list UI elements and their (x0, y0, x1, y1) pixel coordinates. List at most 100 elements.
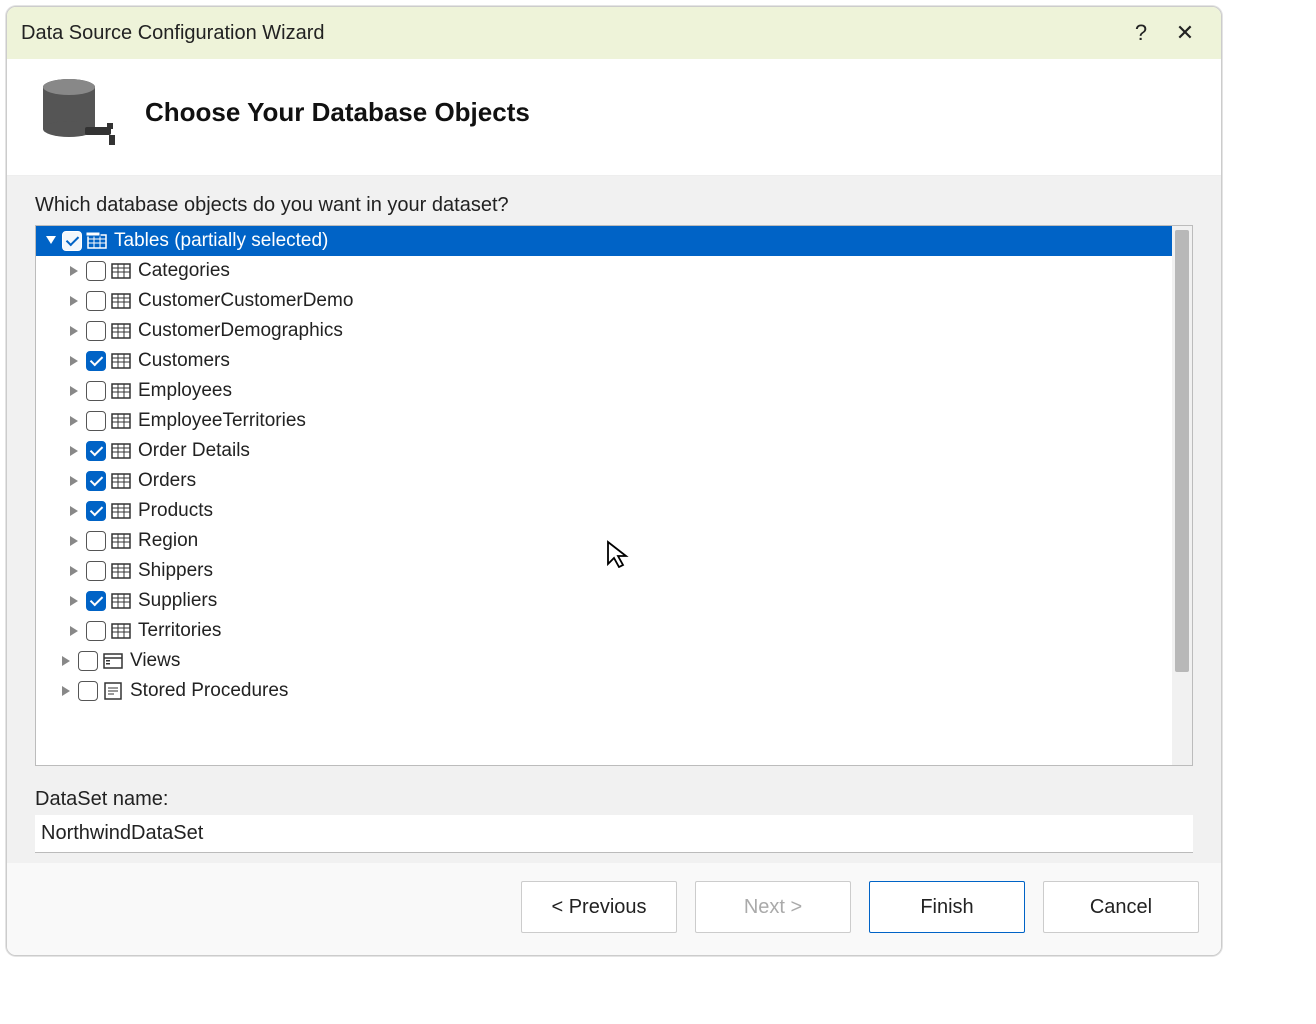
cancel-button[interactable]: Cancel (1043, 881, 1199, 933)
tree-node-table[interactable]: Products (36, 496, 1172, 526)
close-button[interactable]: ✕ (1163, 7, 1207, 59)
tree-node-table[interactable]: Customers (36, 346, 1172, 376)
checkbox-table[interactable] (86, 441, 106, 461)
expand-icon[interactable] (68, 414, 82, 428)
checkbox-sprocs[interactable] (78, 681, 98, 701)
database-icon (37, 77, 115, 147)
finish-button[interactable]: Finish (869, 881, 1025, 933)
tree-node-tables[interactable]: Tables (partially selected) (36, 226, 1172, 256)
checkbox-tables[interactable] (62, 231, 82, 251)
expand-icon[interactable] (60, 654, 74, 668)
prompt-label: Which database objects do you want in yo… (35, 194, 1193, 217)
table-icon (110, 500, 132, 522)
dataset-name-label: DataSet name: (35, 788, 1193, 811)
tree-node-table[interactable]: Categories (36, 256, 1172, 286)
tree-node-table[interactable]: CustomerCustomerDemo (36, 286, 1172, 316)
checkbox-table[interactable] (86, 351, 106, 371)
wizard-header: Choose Your Database Objects (7, 59, 1221, 176)
table-icon (110, 380, 132, 402)
checkbox-table[interactable] (86, 471, 106, 491)
expand-icon[interactable] (68, 384, 82, 398)
checkbox-table[interactable] (86, 591, 106, 611)
tree-node-table[interactable]: Shippers (36, 556, 1172, 586)
next-button: Next > (695, 881, 851, 933)
tables-root-icon (86, 230, 108, 252)
tree-node-table[interactable]: Employees (36, 376, 1172, 406)
checkbox-table[interactable] (86, 411, 106, 431)
scrollbar-thumb[interactable] (1175, 230, 1189, 672)
tree-node-label: Stored Procedures (130, 680, 288, 702)
table-icon (110, 620, 132, 642)
tree-node-stored-procedures[interactable]: Stored Procedures (36, 676, 1172, 706)
titlebar: Data Source Configuration Wizard ? ✕ (7, 7, 1221, 59)
tree-node-label: Products (138, 500, 213, 522)
tree-node-table[interactable]: Region (36, 526, 1172, 556)
object-tree[interactable]: Tables (partially selected) Categories Cu… (36, 226, 1172, 765)
tree-node-label: Suppliers (138, 590, 217, 612)
table-icon (110, 560, 132, 582)
tree-node-label: Tables (partially selected) (114, 230, 328, 252)
tree-node-label: Employees (138, 380, 232, 402)
tree-node-label: Region (138, 530, 198, 552)
tree-node-label: Shippers (138, 560, 213, 582)
wizard-footer: < Previous Next > Finish Cancel (7, 863, 1221, 955)
expand-icon[interactable] (68, 324, 82, 338)
object-tree-container: Tables (partially selected) Categories Cu… (35, 225, 1193, 766)
tree-node-label: Categories (138, 260, 230, 282)
tree-node-label: Customers (138, 350, 230, 372)
expand-icon[interactable] (68, 294, 82, 308)
checkbox-table[interactable] (86, 621, 106, 641)
table-icon (110, 410, 132, 432)
checkbox-table[interactable] (86, 381, 106, 401)
checkbox-table[interactable] (86, 321, 106, 341)
table-icon (110, 320, 132, 342)
expand-icon[interactable] (68, 534, 82, 548)
expand-icon[interactable] (68, 444, 82, 458)
checkbox-table[interactable] (86, 531, 106, 551)
checkbox-table[interactable] (86, 261, 106, 281)
expand-icon[interactable] (68, 354, 82, 368)
table-icon (110, 290, 132, 312)
tree-node-table[interactable]: EmployeeTerritories (36, 406, 1172, 436)
tree-node-table[interactable]: Suppliers (36, 586, 1172, 616)
checkbox-table[interactable] (86, 561, 106, 581)
expand-icon[interactable] (68, 474, 82, 488)
stored-procedures-icon (102, 680, 124, 702)
expand-icon[interactable] (68, 594, 82, 608)
collapse-icon[interactable] (44, 234, 58, 248)
tree-node-table[interactable]: Territories (36, 616, 1172, 646)
tree-node-label: CustomerDemographics (138, 320, 343, 342)
table-icon (110, 350, 132, 372)
tree-node-views[interactable]: Views (36, 646, 1172, 676)
expand-icon[interactable] (68, 564, 82, 578)
table-icon (110, 470, 132, 492)
tree-node-label: Orders (138, 470, 196, 492)
expand-icon[interactable] (68, 504, 82, 518)
wizard-dialog: Data Source Configuration Wizard ? ✕ Cho… (6, 6, 1222, 956)
tree-node-label: EmployeeTerritories (138, 410, 306, 432)
scrollbar-vertical[interactable] (1172, 226, 1192, 765)
table-icon (110, 530, 132, 552)
tree-node-table[interactable]: Order Details (36, 436, 1172, 466)
tree-node-label: Views (130, 650, 180, 672)
expand-icon[interactable] (60, 684, 74, 698)
tree-node-table[interactable]: Orders (36, 466, 1172, 496)
tree-node-label: Order Details (138, 440, 250, 462)
page-title: Choose Your Database Objects (145, 97, 530, 128)
expand-icon[interactable] (68, 624, 82, 638)
checkbox-table[interactable] (86, 501, 106, 521)
wizard-body: Which database objects do you want in yo… (7, 176, 1221, 863)
views-icon (102, 650, 124, 672)
dialog-title: Data Source Configuration Wizard (21, 22, 1119, 45)
checkbox-views[interactable] (78, 651, 98, 671)
tree-node-label: CustomerCustomerDemo (138, 290, 353, 312)
tree-node-table[interactable]: CustomerDemographics (36, 316, 1172, 346)
help-button[interactable]: ? (1119, 7, 1163, 59)
dataset-name-input[interactable] (35, 815, 1193, 853)
tree-node-label: Territories (138, 620, 221, 642)
expand-icon[interactable] (68, 264, 82, 278)
table-icon (110, 590, 132, 612)
checkbox-table[interactable] (86, 291, 106, 311)
previous-button[interactable]: < Previous (521, 881, 677, 933)
table-icon (110, 260, 132, 282)
